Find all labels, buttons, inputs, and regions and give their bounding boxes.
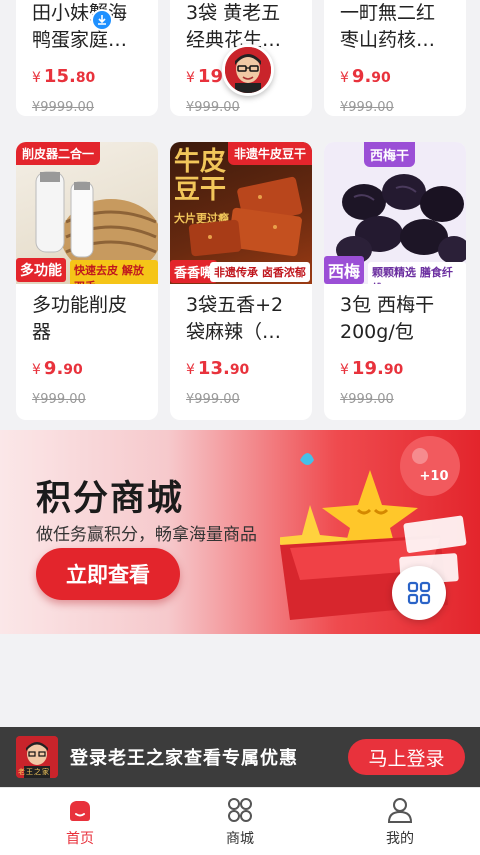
product-original-price: ¥999.00 — [340, 100, 394, 115]
product-card[interactable]: 西梅干 西梅 颗颗精选 膳食纤维 3包 西梅干200g/包 ¥19.90 ¥99… — [324, 142, 466, 420]
home-icon — [70, 800, 90, 821]
login-prompt-bar: 老王之家 登录老王之家查看专属优惠 马上登录 — [0, 727, 480, 787]
app-logo: 老王之家 — [16, 736, 58, 778]
view-now-button[interactable]: 立即查看 — [36, 548, 180, 600]
product-price: ¥9. 90 — [340, 66, 391, 87]
product-price: ¥15. 80 — [32, 66, 96, 87]
login-prompt-text: 登录老王之家查看专属优惠 — [70, 748, 298, 769]
product-title: 田小妹蟹海鸭蛋家庭… — [32, 2, 128, 51]
tab-profile[interactable]: 我的 — [320, 788, 480, 855]
product-image: 削皮器二合一 多功能 快速去皮 解放双手 — [16, 142, 158, 284]
app-logo-text: 老王之家 — [18, 768, 50, 776]
bottom-tab-bar: 首页 商城 我的 — [0, 787, 480, 855]
tab-home[interactable]: 首页 — [0, 788, 160, 855]
grid-icon — [407, 581, 431, 605]
gift-box-icon — [280, 436, 467, 620]
product-card[interactable]: 田小妹蟹海鸭蛋家庭… ¥15. 80 ¥9999.00 — [16, 0, 158, 116]
product-title: 一町無二红枣山药核… — [340, 2, 436, 51]
product-price: ¥9. 90 — [32, 358, 83, 379]
product-title: 3包 西梅干200g/包 — [340, 294, 435, 343]
grid-menu-button[interactable] — [392, 566, 446, 620]
product-original-price: ¥999.00 — [32, 392, 86, 407]
tab-mall[interactable]: 商城 — [160, 788, 320, 855]
product-price: ¥19. 90 — [340, 358, 404, 379]
product-card[interactable]: 一町無二红枣山药核… ¥9. 90 ¥999.00 — [324, 0, 466, 116]
tab-label: 我的 — [386, 830, 414, 847]
login-now-button[interactable]: 马上登录 — [348, 739, 465, 775]
product-original-price: ¥999.00 — [186, 392, 240, 407]
avatar[interactable] — [222, 44, 274, 96]
user-icon — [387, 797, 413, 823]
product-original-price: ¥999.00 — [186, 100, 240, 115]
product-image: 非遗牛皮豆干 牛皮豆干 大片更过瘾 香香嘴 非遗传承 卤香浓郁 — [170, 142, 312, 284]
product-image: 西梅干 西梅 颗颗精选 膳食纤维 — [324, 142, 466, 284]
tab-label: 商城 — [226, 830, 254, 847]
product-card[interactable]: 削皮器二合一 多功能 快速去皮 解放双手 多功能削皮器 ¥9.90 ¥999.0… — [16, 142, 158, 420]
product-price: ¥13. 90 — [186, 358, 250, 379]
download-badge-icon[interactable] — [91, 9, 113, 31]
product-title: 3袋五香+2袋麻辣（… — [186, 294, 284, 343]
product-title: 多功能削皮器 — [32, 294, 128, 343]
banner-subtitle: 做任务赢积分，畅拿海量商品 — [36, 525, 257, 545]
tab-label: 首页 — [66, 830, 94, 847]
product-original-price: ¥999.00 — [340, 392, 394, 407]
banner-title: 积分商城 — [36, 479, 185, 519]
grid-icon — [228, 797, 252, 822]
product-card[interactable]: 非遗牛皮豆干 牛皮豆干 大片更过瘾 香香嘴 非遗传承 卤香浓郁 3袋五香+2袋麻… — [170, 142, 312, 420]
product-original-price: ¥9999.00 — [32, 100, 95, 115]
points-badge: +10 — [419, 468, 449, 484]
